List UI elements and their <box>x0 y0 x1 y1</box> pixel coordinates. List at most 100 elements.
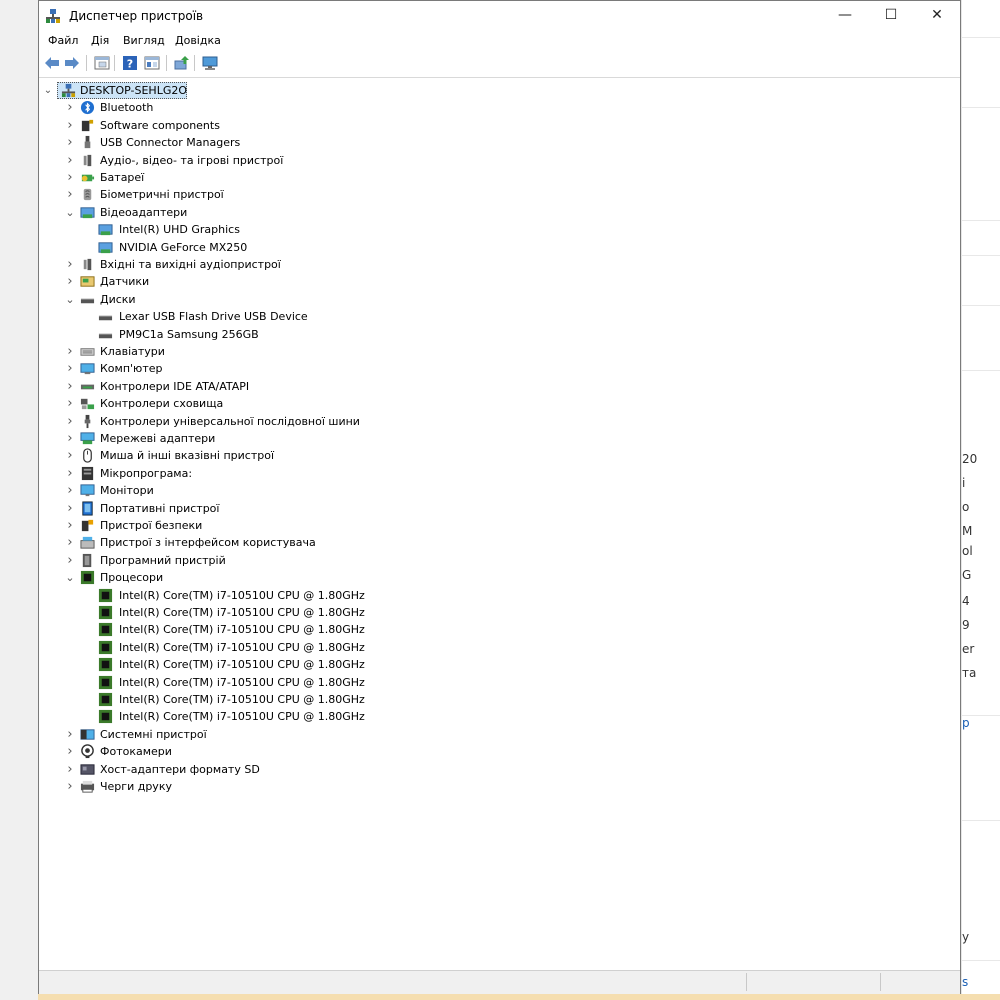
tree-category[interactable]: › Bluetooth <box>39 99 639 116</box>
chevron-right-icon[interactable]: › <box>65 552 75 569</box>
chevron-right-icon[interactable]: › <box>65 413 75 430</box>
tree-category[interactable]: › Контролери сховища <box>39 395 639 412</box>
chevron-right-icon[interactable]: › <box>65 169 75 186</box>
chevron-down-icon[interactable]: ⌄ <box>65 569 75 586</box>
background-divider <box>961 37 1000 38</box>
tree-category[interactable]: ⌄ Диски <box>39 291 639 308</box>
chevron-right-icon[interactable]: › <box>65 395 75 412</box>
storage-controller-icon <box>80 399 95 410</box>
chevron-right-icon[interactable]: › <box>65 743 75 760</box>
menu-action[interactable]: Дія <box>91 34 109 47</box>
chevron-right-icon[interactable]: › <box>65 378 75 395</box>
tree-category[interactable]: › Програмний пристрій <box>39 552 639 569</box>
menu-help[interactable]: Довідка <box>175 34 221 47</box>
firmware-icon <box>81 466 94 480</box>
close-button[interactable]: ✕ <box>914 1 960 31</box>
tree-category[interactable]: › Миша й інші вказівні пристрої <box>39 447 639 464</box>
chevron-right-icon[interactable]: › <box>65 482 75 499</box>
tree-device[interactable]: Intel(R) Core(TM) i7-10510U CPU @ 1.80GH… <box>39 691 639 708</box>
tree-device[interactable]: NVIDIA GeForce MX250 <box>39 239 639 256</box>
tree-item-label: Вхідні та вихідні аудіопристрої <box>100 258 281 271</box>
chevron-right-icon[interactable]: › <box>65 500 75 517</box>
chevron-right-icon[interactable]: › <box>65 360 75 377</box>
tree-category[interactable]: › Клавіатури <box>39 343 639 360</box>
processor-icon <box>98 605 113 620</box>
tree-device[interactable]: Intel(R) Core(TM) i7-10510U CPU @ 1.80GH… <box>39 604 639 621</box>
chevron-right-icon[interactable]: › <box>65 534 75 551</box>
tree-category[interactable]: › Монітори <box>39 482 639 499</box>
tree-category[interactable]: › Датчики <box>39 273 639 290</box>
view-icon[interactable] <box>143 54 161 72</box>
tree-category[interactable]: › Біометричні пристрої <box>39 186 639 203</box>
tree-device[interactable]: Intel(R) Core(TM) i7-10510U CPU @ 1.80GH… <box>39 639 639 656</box>
chevron-right-icon[interactable]: › <box>65 517 75 534</box>
chevron-right-icon[interactable]: › <box>65 778 75 795</box>
chevron-down-icon[interactable]: ⌄ <box>43 82 53 99</box>
tree-category[interactable]: › Батареї <box>39 169 639 186</box>
tree-category[interactable]: › Системні пристрої <box>39 726 639 743</box>
maximize-button[interactable]: ☐ <box>868 1 914 31</box>
forward-arrow-icon[interactable] <box>63 54 81 72</box>
chevron-right-icon[interactable]: › <box>65 430 75 447</box>
tree-category[interactable]: › Контролери IDE ATA/ATAPI <box>39 378 639 395</box>
tree-device[interactable]: Intel(R) Core(TM) i7-10510U CPU @ 1.80GH… <box>39 621 639 638</box>
title-bar[interactable]: Диспетчер пристроїв — ☐ ✕ <box>39 1 960 31</box>
root-label: DESKTOP-SEHLG2O <box>80 84 188 97</box>
chevron-right-icon[interactable]: › <box>65 117 75 134</box>
chevron-right-icon[interactable]: › <box>65 256 75 273</box>
tree-root[interactable]: ⌄ DESKTOP-SEHLG2O <box>39 82 339 99</box>
chevron-right-icon[interactable]: › <box>65 465 75 482</box>
processor-icon <box>98 588 113 602</box>
chevron-right-icon[interactable]: › <box>65 761 75 778</box>
chevron-right-icon[interactable]: › <box>65 99 75 116</box>
tree-category[interactable]: › Портативні пристрої <box>39 500 639 517</box>
tree-category[interactable]: › Хост-адаптери формату SD <box>39 761 639 778</box>
chevron-right-icon[interactable]: › <box>65 726 75 743</box>
chevron-right-icon[interactable]: › <box>65 273 75 290</box>
tree-item-label: Комп'ютер <box>100 362 163 376</box>
chevron-right-icon[interactable]: › <box>65 343 75 360</box>
tree-category[interactable]: › Аудіо-, відео- та ігрові пристрої <box>39 152 639 169</box>
chevron-down-icon[interactable]: ⌄ <box>65 204 75 221</box>
tree-category[interactable]: › Вхідні та вихідні аудіопристрої <box>39 256 639 273</box>
tree-category[interactable]: › USB Connector Managers <box>39 134 639 151</box>
back-arrow-icon[interactable] <box>43 54 61 72</box>
tree-category[interactable]: ⌄ Процесори <box>39 569 639 586</box>
tree-category[interactable]: › Пристрої з інтерфейсом користувача <box>39 534 639 551</box>
tree-device[interactable]: PM9C1a Samsung 256GB <box>39 326 639 343</box>
computer-tree-icon <box>61 83 76 98</box>
menu-view[interactable]: Вигляд <box>123 34 165 47</box>
tree-category[interactable]: › Контролери універсальної послідовної ши… <box>39 413 639 430</box>
tree-category[interactable]: › Пристрої безпеки <box>39 517 639 534</box>
tree-item-label: Контролери сховища <box>100 397 224 411</box>
tree-device[interactable]: Intel(R) Core(TM) i7-10510U CPU @ 1.80GH… <box>39 674 639 691</box>
chevron-right-icon[interactable]: › <box>65 152 75 169</box>
tree-device[interactable]: Lexar USB Flash Drive USB Device <box>39 308 639 325</box>
tree-device[interactable]: Intel(R) Core(TM) i7-10510U CPU @ 1.80GH… <box>39 708 639 725</box>
scan-hardware-icon[interactable] <box>201 54 219 72</box>
chevron-right-icon[interactable]: › <box>65 134 75 151</box>
tree-device[interactable]: Intel(R) UHD Graphics <box>39 221 639 238</box>
tree-category[interactable]: › Черги друку <box>39 778 639 795</box>
tree-item-label: Мікропрограма: <box>100 466 193 480</box>
tree-item-label: Контролери IDE ATA/ATAPI <box>100 379 250 393</box>
tree-category[interactable]: ⌄ Відеоадаптери <box>39 204 639 221</box>
tree-item-label: Intel(R) Core(TM) i7-10510U CPU @ 1.80GH… <box>119 675 365 689</box>
tree-category[interactable]: › Software components <box>39 117 639 134</box>
tree-category[interactable]: › Мережеві адаптери <box>39 430 639 447</box>
chevron-right-icon[interactable]: › <box>65 447 75 464</box>
update-driver-icon[interactable] <box>173 54 191 72</box>
chevron-down-icon[interactable]: ⌄ <box>65 291 75 308</box>
tree-category[interactable]: › Фотокамери <box>39 743 639 760</box>
tree-device[interactable]: Intel(R) Core(TM) i7-10510U CPU @ 1.80GH… <box>39 587 639 604</box>
minimize-button[interactable]: — <box>822 1 868 31</box>
tree-category[interactable]: › Мікропрограма: <box>39 465 639 482</box>
tree-device[interactable]: Intel(R) Core(TM) i7-10510U CPU @ 1.80GH… <box>39 656 639 673</box>
chevron-right-icon[interactable]: › <box>65 186 75 203</box>
device-tree[interactable]: ⌄ DESKTOP-SEHLG2O › Bluetooth › Software co… <box>39 80 960 968</box>
menu-file[interactable]: Файл <box>48 34 78 47</box>
background-text-fragment: 4 <box>962 594 970 608</box>
tree-category[interactable]: › Комп'ютер <box>39 360 639 377</box>
help-icon[interactable]: ? <box>121 54 139 72</box>
properties-icon[interactable] <box>93 54 111 72</box>
